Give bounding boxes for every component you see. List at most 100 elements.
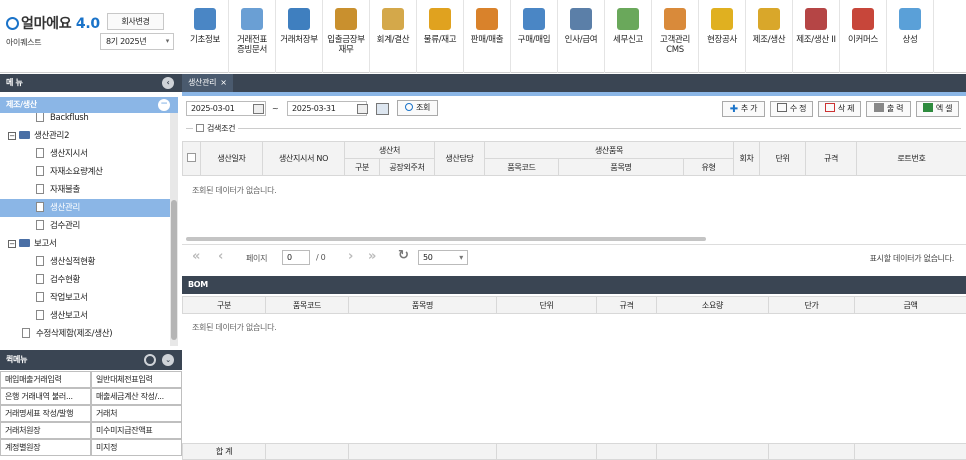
quickmenu-item[interactable]: 미수미지급잔액표: [91, 422, 182, 439]
col-header[interactable]: 생산일자: [201, 142, 263, 176]
print-button[interactable]: 출 력: [866, 101, 911, 117]
col-header[interactable]: 생산지시서 NO: [263, 142, 345, 176]
toolbar-button[interactable]: 거래전표 증빙문서: [229, 0, 276, 73]
sidebar-item[interactable]: −보고서: [0, 235, 170, 253]
col-header: 생산처: [345, 142, 435, 159]
sidebar-item[interactable]: 생산실적현황: [0, 253, 170, 271]
col-header[interactable]: 단위: [760, 142, 806, 176]
bom-col-header[interactable]: 소요량: [657, 297, 769, 314]
bom-col-header[interactable]: 단가: [769, 297, 855, 314]
page-size-select[interactable]: 50▾: [418, 250, 468, 265]
tab-production[interactable]: 생산관리×: [182, 74, 233, 92]
col-header[interactable]: 로트번호: [857, 142, 966, 176]
bom-col-header[interactable]: 규격: [597, 297, 657, 314]
sidebar-item[interactable]: 자재소요량계산: [0, 163, 170, 181]
search-button[interactable]: 조회: [397, 100, 438, 116]
sidebar-item[interactable]: 검수관리: [0, 217, 170, 235]
sidebar-item[interactable]: Backflush: [0, 113, 170, 127]
sidebar-item[interactable]: −생산관리2: [0, 127, 170, 145]
sidebar-item[interactable]: 작업보고서: [0, 289, 170, 307]
delete-button[interactable]: 삭 제: [818, 101, 861, 117]
toolbar-button[interactable]: 현장공사: [699, 0, 746, 73]
toolbar-button[interactable]: 제조/생산: [746, 0, 793, 73]
quickmenu-item[interactable]: 은행 거래내역 불러...: [0, 388, 91, 405]
next-page-icon[interactable]: ›: [348, 249, 353, 264]
col-header[interactable]: 생산담당: [435, 142, 485, 176]
bom-col-header[interactable]: 단위: [497, 297, 597, 314]
sales-icon: [476, 8, 498, 30]
quickmenu-item[interactable]: 거래처원장: [0, 422, 91, 439]
filter-toggle[interactable]: 검색조건: [193, 123, 238, 134]
add-button[interactable]: ✚추 가: [722, 101, 765, 117]
quickmenu-item[interactable]: 미지정: [91, 439, 182, 456]
horizontal-scrollbar[interactable]: [186, 237, 706, 241]
col-header[interactable]: 규격: [806, 142, 857, 176]
construction-icon: [711, 8, 733, 30]
sidebar-item[interactable]: 생산보고서: [0, 307, 170, 325]
calendar-grid-icon[interactable]: [376, 103, 389, 115]
quickmenu-item[interactable]: 일반대체전표입력: [91, 371, 182, 388]
last-page-icon[interactable]: »: [368, 249, 376, 264]
col-header[interactable]: 공장외주처: [380, 159, 435, 176]
calendar-icon[interactable]: [253, 104, 264, 114]
col-header[interactable]: 유형: [684, 159, 734, 176]
toolbar-button[interactable]: 제조/생산 II: [793, 0, 840, 73]
tab-accent-bar: [182, 92, 966, 96]
sidebar-item[interactable]: 수정삭제함(제조/생산): [0, 325, 170, 343]
sidebar-collapse-icon[interactable]: ‹: [162, 77, 174, 89]
sidebar-category[interactable]: 제조/생산 −: [0, 97, 178, 113]
select-all-checkbox[interactable]: [183, 142, 201, 176]
col-header[interactable]: 품목코드: [485, 159, 559, 176]
bom-col-header[interactable]: 품목코드: [266, 297, 349, 314]
close-icon[interactable]: ×: [220, 78, 226, 87]
toolbar-button[interactable]: 세무신고: [605, 0, 652, 73]
quickmenu-item[interactable]: 거래처: [91, 405, 182, 422]
quickmenu-item[interactable]: 매입매출거래입력: [0, 371, 91, 388]
sidebar-scroll-thumb[interactable]: [171, 200, 177, 340]
toolbar-button[interactable]: 구매/매입: [511, 0, 558, 73]
page-input[interactable]: 0: [282, 250, 310, 265]
quickmenu-item[interactable]: 매출세금계산 작성/...: [91, 388, 182, 405]
calendar-icon[interactable]: [357, 104, 368, 114]
edit-button[interactable]: 수 정: [770, 101, 813, 117]
quickmenu-item[interactable]: 거래명세표 작성/발행: [0, 405, 91, 422]
gear-icon[interactable]: [144, 354, 156, 366]
toolbar-button[interactable]: 물류/재고: [417, 0, 464, 73]
col-header[interactable]: 품목명: [559, 159, 684, 176]
bom-col-header[interactable]: 구분: [183, 297, 266, 314]
collapse-toggle-icon[interactable]: −: [8, 132, 16, 140]
change-company-button[interactable]: 회사변경: [107, 13, 164, 30]
bom-col-header[interactable]: 금액: [855, 297, 966, 314]
fiscal-year-select[interactable]: 8기 2025년▾: [100, 33, 174, 50]
bom-col-header[interactable]: 품목명: [349, 297, 497, 314]
toolbar-button[interactable]: 이커머스: [840, 0, 887, 73]
prev-page-icon[interactable]: ‹: [218, 249, 223, 264]
sidebar-item[interactable]: 생산지시서: [0, 145, 170, 163]
toolbar-button[interactable]: 거래처장부: [276, 0, 323, 73]
toolbar-button[interactable]: 회계/결산: [370, 0, 417, 73]
toolbar-button[interactable]: 입출금장부 재무: [323, 0, 370, 73]
toolbar-button[interactable]: 기초정보: [182, 0, 229, 73]
checkbox-icon[interactable]: [196, 124, 204, 132]
col-header[interactable]: 구분: [345, 159, 380, 176]
toolbar-button[interactable]: 인사/급여: [558, 0, 605, 73]
col-header[interactable]: 회차: [734, 142, 760, 176]
collapse-minus-icon[interactable]: −: [158, 99, 170, 111]
quickmenu-item[interactable]: 계정별원장: [0, 439, 91, 456]
sidebar-item[interactable]: 자재불출: [0, 181, 170, 199]
toolbar-button[interactable]: 상성: [887, 0, 934, 73]
toolbar-button[interactable]: 판매/매출: [464, 0, 511, 73]
toolbar-label: 물류/재고: [424, 35, 457, 45]
chevron-down-icon[interactable]: ⌄: [162, 354, 174, 366]
date-to-input[interactable]: 2025-03-31: [287, 101, 367, 116]
app-logo[interactable]: 얼마에요 4.0: [6, 13, 100, 33]
excel-button[interactable]: 엑 셀: [916, 101, 959, 117]
sidebar-item[interactable]: 검수현황: [0, 271, 170, 289]
collapse-toggle-icon[interactable]: −: [8, 240, 16, 248]
refresh-icon[interactable]: ↻: [398, 248, 409, 263]
bom-empty-message: 조회된 데이터가 없습니다.: [192, 322, 276, 333]
toolbar-button[interactable]: 고객관리 CMS: [652, 0, 699, 73]
sidebar-item[interactable]: 생산관리: [0, 199, 170, 217]
first-page-icon[interactable]: «: [192, 249, 200, 264]
checkbox-icon[interactable]: [187, 153, 196, 162]
